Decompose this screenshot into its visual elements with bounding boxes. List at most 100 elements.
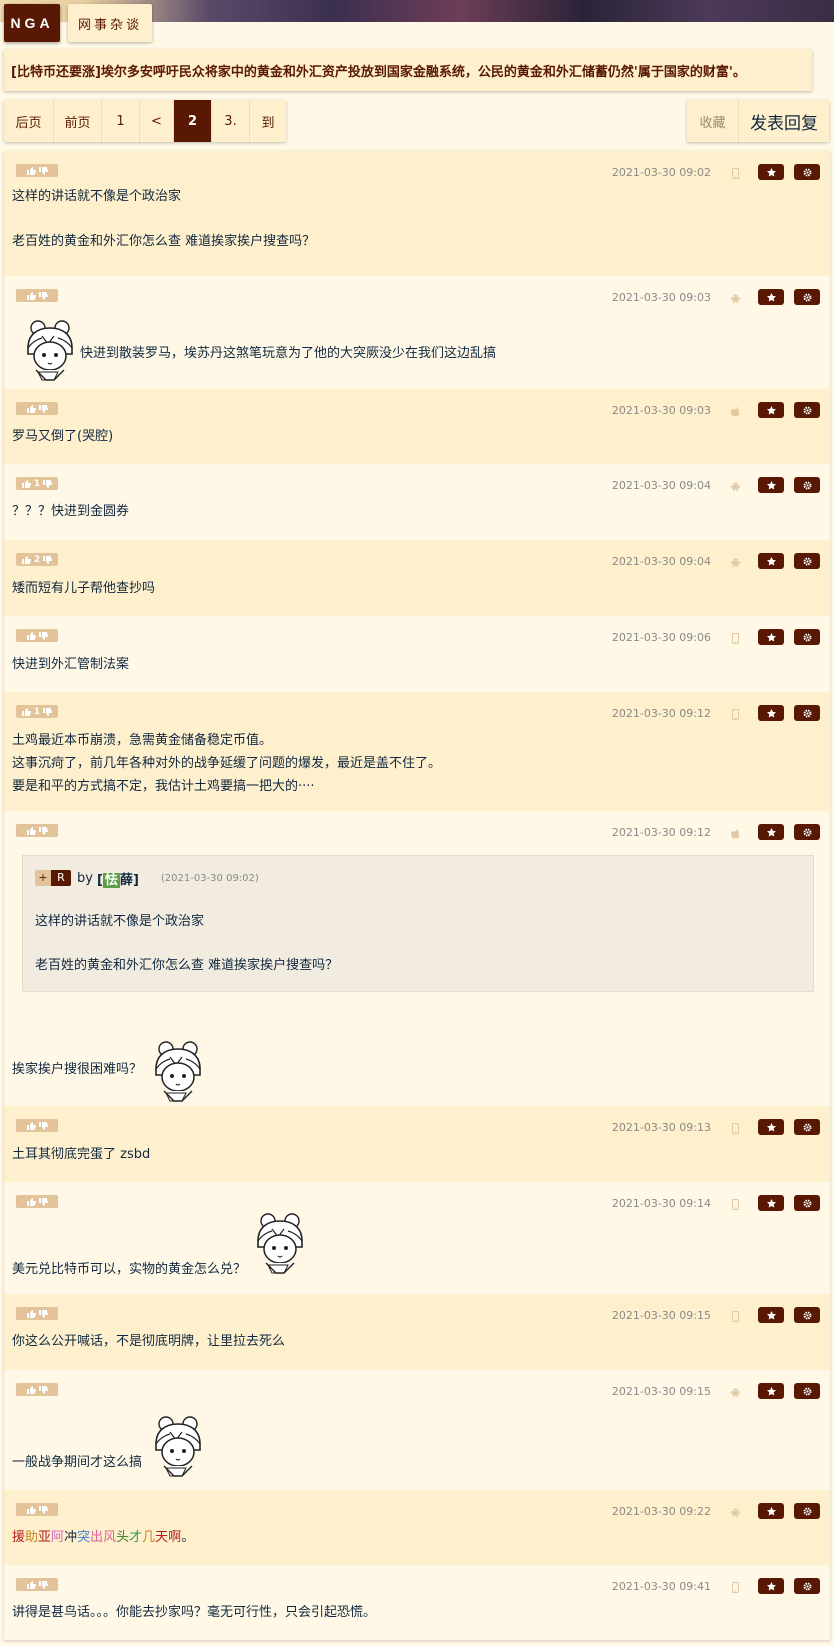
thumb-up-icon[interactable] <box>21 707 31 716</box>
post-line: 老百姓的黄金和外汇你怎么查 难道挨家挨户搜查吗？ <box>12 234 316 249</box>
thumb-down-icon[interactable] <box>38 1309 48 1318</box>
thumb-up-icon[interactable] <box>26 1385 36 1394</box>
post-line-colored: 援助亚阿冲突出风头才几天啊。 <box>12 1526 194 1550</box>
thumb-down-icon[interactable] <box>38 1121 48 1130</box>
thumb-up-icon[interactable] <box>26 1505 36 1514</box>
pager-page-1[interactable]: 1 <box>102 100 140 142</box>
quote-reply-tag[interactable]: R <box>51 870 71 886</box>
post-timestamp: 2021-03-30 09:03 <box>611 291 711 304</box>
nga-logo[interactable]: NGA <box>4 4 60 42</box>
vote-widget[interactable]: 1 <box>16 705 58 718</box>
thumb-up-icon[interactable] <box>26 166 36 175</box>
pager-page-3[interactable]: 3. <box>212 100 250 142</box>
thumb-down-icon[interactable] <box>38 1197 48 1206</box>
quote-by: by <box>77 870 93 886</box>
star-icon[interactable] <box>758 402 784 418</box>
post-content: 土耳其彻底完蛋了 zsbd <box>12 1143 150 1166</box>
colored-char: 冲 <box>64 1530 78 1545</box>
thumb-up-icon[interactable] <box>26 291 36 300</box>
vote-widget[interactable] <box>16 289 58 302</box>
thumb-up-icon[interactable] <box>26 1121 36 1130</box>
star-icon[interactable] <box>758 164 784 180</box>
star-icon[interactable] <box>758 1119 784 1135</box>
pager-prev-page[interactable]: 前页 <box>54 100 102 142</box>
star-icon[interactable] <box>758 1503 784 1519</box>
thumb-up-icon[interactable] <box>26 1309 36 1318</box>
gear-icon[interactable] <box>794 477 820 493</box>
colored-char: 阿 <box>51 1530 65 1545</box>
pager-goto[interactable]: 到 <box>250 100 286 142</box>
pagination: 后页 前页 1 < 2 3. 到 <box>4 100 286 142</box>
gear-icon[interactable] <box>794 164 820 180</box>
gear-icon[interactable] <box>794 289 820 305</box>
gear-icon[interactable] <box>794 1503 820 1519</box>
post-line: 土鸡最近本币崩溃，急需黄金储备稳定币值。 <box>12 733 273 748</box>
thumb-down-icon[interactable] <box>38 1505 48 1514</box>
gear-icon[interactable] <box>794 1578 820 1594</box>
vote-widget[interactable]: 2 <box>16 553 58 566</box>
gear-icon[interactable] <box>794 1307 820 1323</box>
thumb-up-icon[interactable] <box>26 826 36 835</box>
star-icon[interactable] <box>758 1307 784 1323</box>
gear-icon[interactable] <box>794 1383 820 1399</box>
vote-widget[interactable] <box>16 1119 58 1132</box>
vote-widget[interactable] <box>16 1195 58 1208</box>
star-icon[interactable] <box>758 705 784 721</box>
quote-username[interactable]: [怯薛] <box>97 869 139 888</box>
favorite-button[interactable]: 收藏 <box>687 100 739 142</box>
quote-plus[interactable]: + <box>35 870 51 886</box>
star-icon[interactable] <box>758 553 784 569</box>
star-icon[interactable] <box>758 477 784 493</box>
thumb-down-icon[interactable] <box>38 1580 48 1589</box>
thumb-up-icon[interactable] <box>21 555 31 564</box>
vote-widget[interactable] <box>16 164 58 177</box>
gear-icon[interactable] <box>794 629 820 645</box>
vote-widget[interactable] <box>16 1307 58 1320</box>
vote-widget[interactable]: 1 <box>16 477 58 490</box>
star-icon[interactable] <box>758 629 784 645</box>
thumb-up-icon[interactable] <box>26 631 36 640</box>
thumb-down-icon[interactable] <box>38 404 48 413</box>
thumb-down-icon[interactable] <box>38 1385 48 1394</box>
vote-widget[interactable] <box>16 1503 58 1516</box>
gear-icon[interactable] <box>794 1195 820 1211</box>
star-icon[interactable] <box>758 824 784 840</box>
thumb-down-icon[interactable] <box>43 707 53 716</box>
thumb-down-icon[interactable] <box>38 631 48 640</box>
vote-widget[interactable] <box>16 1383 58 1396</box>
thumb-up-icon[interactable] <box>26 1580 36 1589</box>
forum-breadcrumb[interactable]: 网事杂谈 <box>68 4 152 42</box>
pager-next-page[interactable]: 后页 <box>4 100 54 142</box>
thumb-down-icon[interactable] <box>38 826 48 835</box>
thumb-down-icon[interactable] <box>43 479 53 488</box>
gear-icon[interactable] <box>794 824 820 840</box>
pager-back[interactable]: < <box>140 100 174 142</box>
gear-icon[interactable] <box>794 705 820 721</box>
colored-char: 头 <box>116 1530 130 1545</box>
gear-icon[interactable] <box>794 553 820 569</box>
thumb-up-icon[interactable] <box>21 479 31 488</box>
star-icon[interactable] <box>758 1578 784 1594</box>
quote-body: 这样的讲话就不像是个政治家 老百姓的黄金和外汇你怎么查 难道挨家挨户搜查吗？ <box>35 910 801 976</box>
thumb-up-icon[interactable] <box>26 1197 36 1206</box>
thumb-up-icon[interactable] <box>26 404 36 413</box>
star-icon[interactable] <box>758 1383 784 1399</box>
phone-device-icon <box>730 708 740 721</box>
quote-toggle[interactable]: + R <box>35 870 71 886</box>
gear-icon[interactable] <box>794 402 820 418</box>
vote-widget[interactable] <box>16 1578 58 1591</box>
vote-widget[interactable] <box>16 824 58 837</box>
thumb-down-icon[interactable] <box>43 555 53 564</box>
star-icon[interactable] <box>758 1195 784 1211</box>
thumb-down-icon[interactable] <box>38 166 48 175</box>
post-timestamp: 2021-03-30 09:15 <box>611 1309 711 1322</box>
vote-widget[interactable] <box>16 629 58 642</box>
gear-icon[interactable] <box>794 1119 820 1135</box>
emoji-sticker-image <box>142 1414 210 1478</box>
vote-widget[interactable] <box>16 402 58 415</box>
thumb-down-icon[interactable] <box>38 291 48 300</box>
post-reply-button[interactable]: 发表回复 <box>739 100 829 142</box>
post-line: 挨家挨户搜很困难吗？ <box>12 1062 143 1077</box>
pager-page-2-current[interactable]: 2 <box>174 100 212 142</box>
star-icon[interactable] <box>758 289 784 305</box>
